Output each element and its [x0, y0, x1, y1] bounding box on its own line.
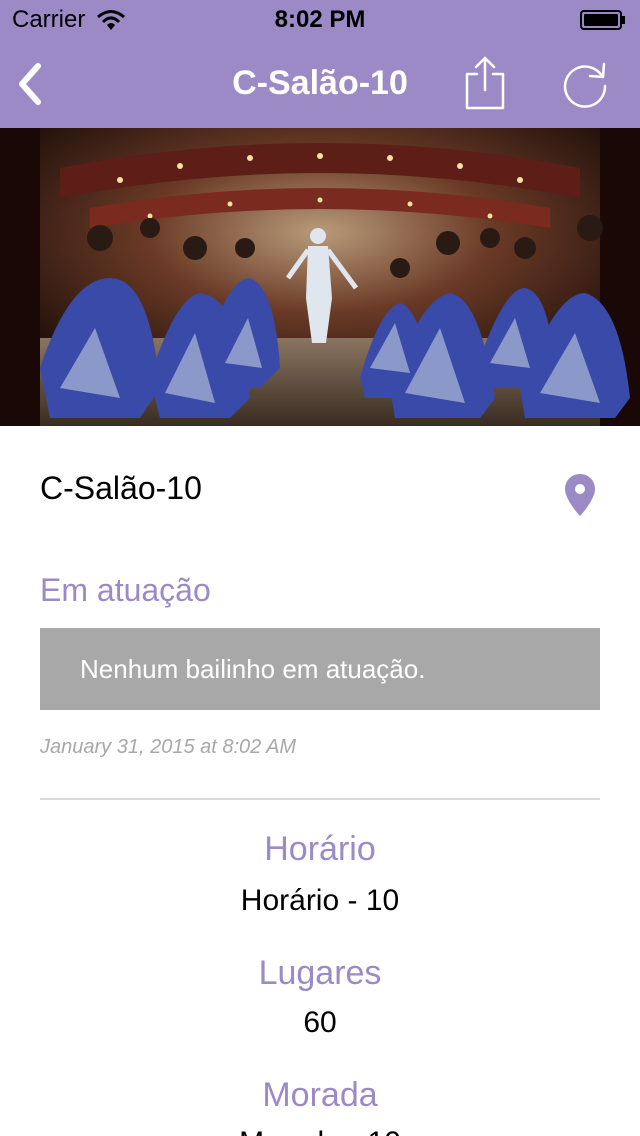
stage-illustration [0, 128, 640, 426]
divider [40, 798, 600, 800]
info-value-horario: Horário - 10 [240, 884, 400, 917]
battery-icon [580, 10, 625, 30]
nav-title: C-Salão-10 [232, 64, 408, 102]
info-value-lugares: 60 [303, 1006, 337, 1039]
share-icon [465, 56, 505, 110]
place-name: C-Salão-10 [40, 470, 202, 506]
info-value-morada: Morada - 10 [0, 1126, 640, 1136]
status-bar: Carrier 8:02 PM [0, 0, 640, 40]
app-screen: Carrier 8:02 PM C-Salão-10 C-Salão-10 Em… [0, 0, 640, 1136]
refresh-button[interactable] [560, 58, 612, 110]
info-label-lugares: Lugares [258, 954, 382, 992]
timestamp: January 31, 2015 at 8:02 AM [40, 736, 297, 758]
hero-photo [0, 128, 640, 426]
navigation-bar: C-Salão-10 [0, 40, 640, 128]
info-label-morada: Morada [262, 1076, 378, 1114]
chevron-left-icon [19, 63, 41, 105]
back-button[interactable] [10, 60, 54, 108]
share-button[interactable] [462, 54, 508, 112]
notice-text: Nenhum bailinho em atuação. [80, 654, 426, 684]
map-pin-icon[interactable] [562, 472, 598, 518]
refresh-icon [563, 62, 607, 108]
notice-box: Nenhum bailinho em atuação. [40, 628, 600, 710]
section-heading: Em atuação [40, 572, 211, 608]
info-label-horario: Horário [264, 830, 376, 868]
status-time: 8:02 PM [274, 6, 366, 33]
